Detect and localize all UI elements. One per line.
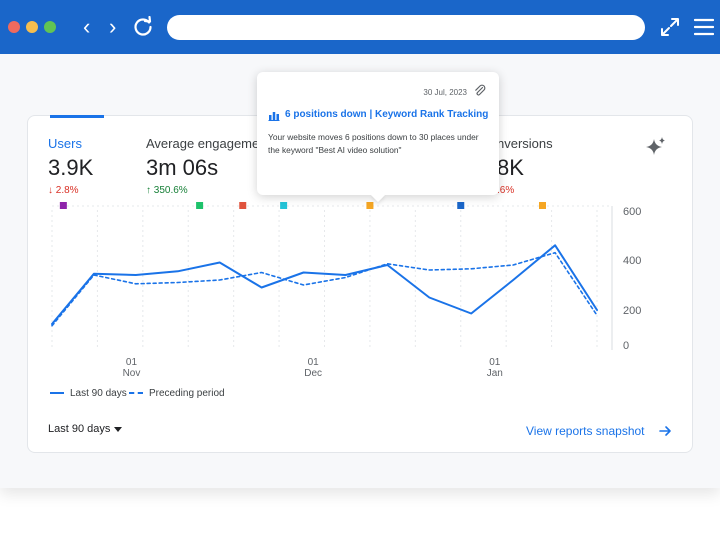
- legend-dashed-swatch: [129, 392, 143, 395]
- x-tick-day: 01: [489, 357, 501, 368]
- annotation-marker: [366, 202, 374, 209]
- y-tick-label: 0: [623, 340, 629, 352]
- annotation-marker: [539, 202, 546, 209]
- legend-item-last-90-days: Last 90 days: [50, 388, 127, 399]
- tooltip-body: Your website moves 6 positions down to 3…: [268, 132, 479, 155]
- series-line-preceding-period: [51, 251, 598, 327]
- date-range-label: Last 90 days: [48, 423, 111, 435]
- x-tick-day: 01: [308, 357, 320, 368]
- annotation-marker: [196, 202, 204, 209]
- annotation-tooltip: 30 Jul, 2023 6 positions down | Keyword …: [257, 72, 499, 203]
- y-tick-label: 200: [623, 305, 641, 317]
- y-tick-label: 400: [623, 255, 641, 267]
- annotation-marker: [239, 202, 247, 209]
- y-tick-label: 600: [623, 206, 641, 218]
- arrow-right-icon[interactable]: [658, 424, 672, 438]
- paperclip-icon[interactable]: [473, 84, 487, 98]
- view-reports-snapshot-link[interactable]: View reports snapshot: [526, 424, 645, 438]
- x-tick-month: Nov: [123, 368, 141, 379]
- tooltip-title[interactable]: 6 positions down | Keyword Rank Tracking: [285, 109, 488, 120]
- legend-solid-swatch: [50, 392, 64, 395]
- chevron-down-icon: [114, 426, 123, 432]
- x-tick-day: 01: [126, 357, 138, 368]
- date-range-dropdown[interactable]: Last 90 days: [48, 423, 123, 435]
- annotation-marker: [59, 202, 67, 209]
- x-tick-month: Dec: [304, 368, 322, 379]
- x-tick-month: Jan: [487, 368, 503, 379]
- legend-label: Last 90 days: [70, 388, 127, 399]
- legend-item-preceding-period: Preceding period: [129, 388, 225, 399]
- tooltip-date: 30 Jul, 2023: [423, 88, 467, 97]
- annotation-marker: [457, 202, 465, 209]
- bar-chart-icon: [268, 112, 280, 121]
- series-line-last-90-days: [51, 244, 598, 325]
- annotation-marker: [280, 202, 288, 209]
- browser-window: ‹ › Users 3.9K ↓ 2.8% Average engagemen …: [0, 0, 720, 488]
- legend-label: Preceding period: [149, 388, 225, 399]
